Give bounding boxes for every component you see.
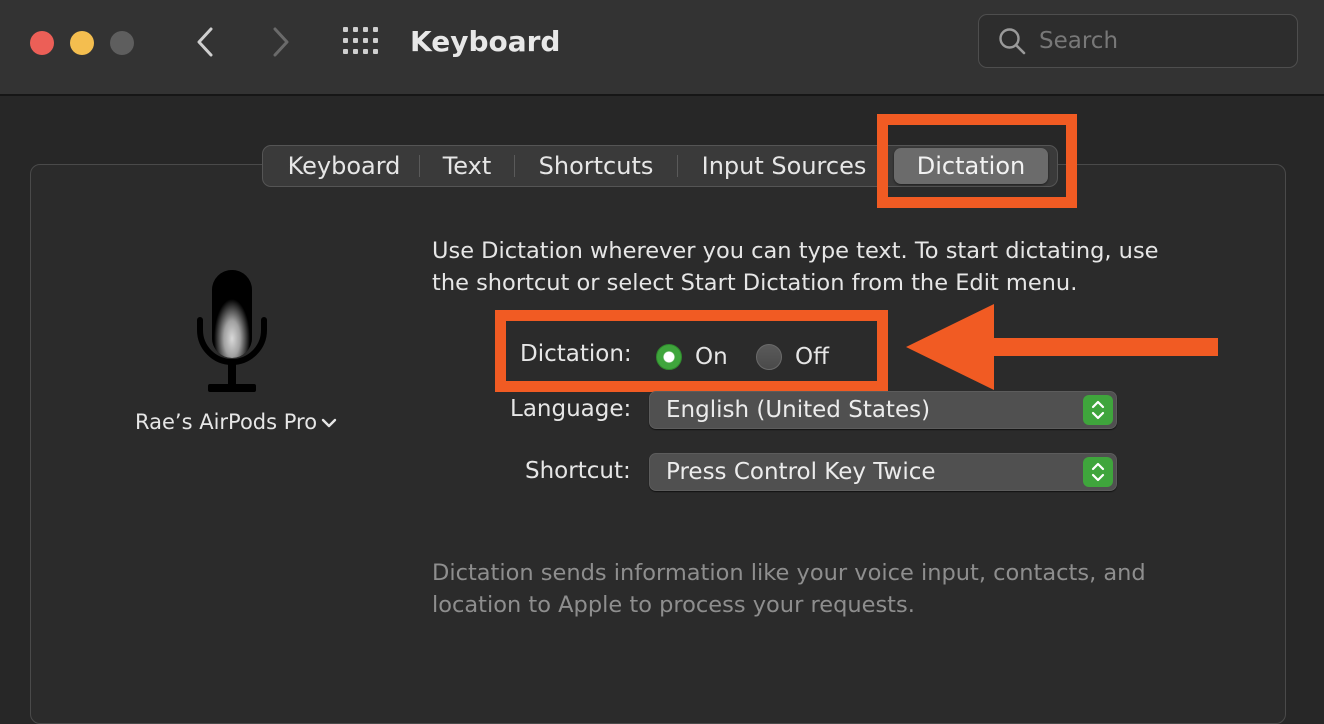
- input-device-selector[interactable]: Rae’s AirPods Pro: [135, 408, 337, 436]
- shortcut-label: Shortcut:: [525, 458, 631, 484]
- search-icon: [999, 28, 1026, 55]
- language-select[interactable]: English (United States): [649, 391, 1117, 429]
- language-stepper: [1083, 395, 1113, 425]
- language-value: English (United States): [666, 397, 931, 423]
- tab-input-sources[interactable]: Input Sources: [678, 148, 890, 184]
- tab-text[interactable]: Text: [420, 148, 514, 184]
- annotation-box-dictation-tab: [877, 114, 1077, 208]
- grid-icon: [343, 27, 378, 54]
- close-window-button[interactable]: [30, 31, 54, 55]
- annotation-arrow-icon: [906, 304, 1218, 390]
- language-label: Language:: [510, 396, 632, 422]
- chevron-right-icon: [273, 27, 289, 57]
- zoom-window-button[interactable]: [110, 31, 134, 55]
- up-down-arrows-icon: [1091, 462, 1105, 482]
- search-field[interactable]: [978, 14, 1298, 68]
- minimize-window-button[interactable]: [70, 31, 94, 55]
- tab-shortcuts[interactable]: Shortcuts: [515, 148, 677, 184]
- shortcut-select[interactable]: Press Control Key Twice: [649, 453, 1117, 491]
- title-bar: Keyboard: [0, 0, 1324, 96]
- shortcut-stepper: [1083, 457, 1113, 487]
- show-all-button[interactable]: [342, 26, 380, 56]
- chevron-left-icon: [197, 27, 213, 57]
- tab-keyboard[interactable]: Keyboard: [269, 148, 419, 184]
- back-button[interactable]: [186, 22, 226, 62]
- window-title: Keyboard: [410, 25, 561, 58]
- annotation-box-dictation-toggle: [495, 310, 888, 392]
- microphone-icon: [197, 270, 267, 392]
- chevron-down-icon: [321, 418, 337, 428]
- forward-button[interactable]: [260, 22, 300, 62]
- search-input[interactable]: [1039, 23, 1279, 59]
- privacy-note: Dictation sends information like your vo…: [432, 560, 1146, 618]
- dictation-description: Use Dictation wherever you can type text…: [432, 238, 1159, 296]
- shortcut-value: Press Control Key Twice: [666, 459, 936, 485]
- up-down-arrows-icon: [1091, 400, 1105, 420]
- input-device-label: Rae’s AirPods Pro: [135, 410, 318, 434]
